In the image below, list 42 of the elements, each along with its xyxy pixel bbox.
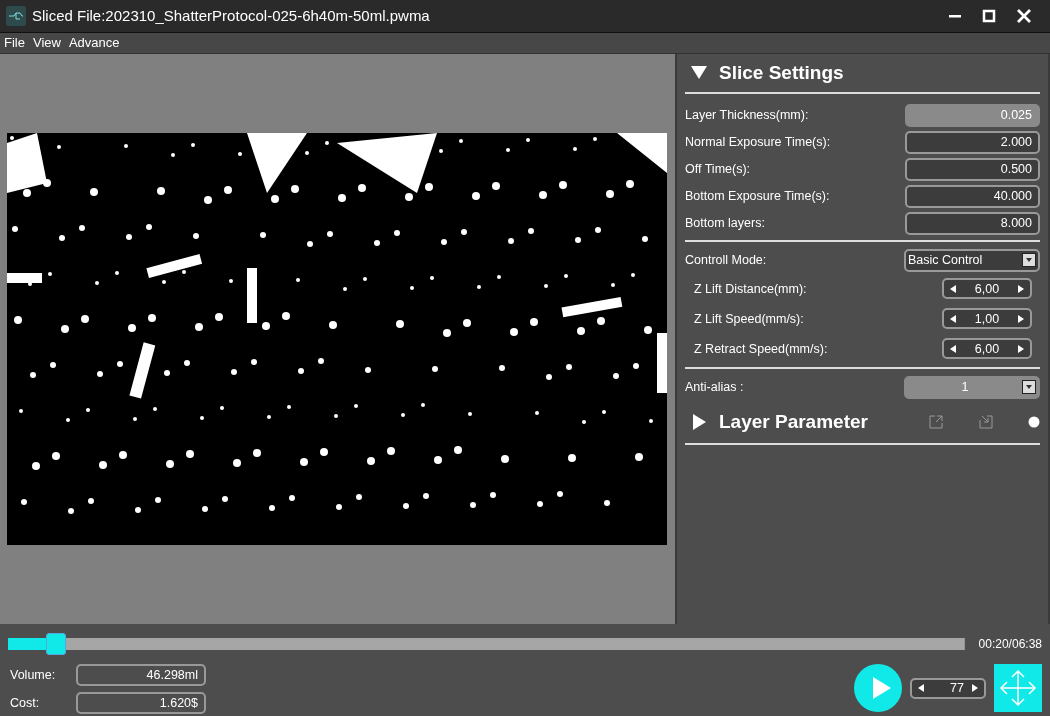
setting-label: Off Time(s): <box>685 162 752 177</box>
menu-item[interactable]: File <box>4 35 25 51</box>
setting-label: Normal Exposure Time(s): <box>685 135 832 150</box>
dropdown[interactable]: Basic Control <box>904 248 1040 272</box>
caret-icon[interactable] <box>1022 253 1036 268</box>
play-button[interactable] <box>854 664 902 712</box>
dot-icon <box>1028 415 1040 428</box>
window-title: Sliced File:202310_ShatterProtocol-025-6h40m-50ml.pwma <box>32 7 430 25</box>
input-field[interactable]: 40.000 <box>905 184 1040 208</box>
spin-box[interactable]: 1,00 <box>942 308 1032 330</box>
setting-label: Bottom Exposure Time(s): <box>685 189 831 204</box>
setting-label: Z Lift Speed(mm/s): <box>694 311 805 326</box>
input-field[interactable]: 2.000 <box>905 130 1040 154</box>
setting-label: Layer Thickness(mm): <box>685 108 810 123</box>
expand-toggle[interactable] <box>691 413 707 430</box>
spin-box[interactable]: 6,00 <box>942 338 1032 360</box>
layer-spin-box[interactable]: 77 <box>910 677 986 699</box>
slider-handle[interactable] <box>45 633 66 655</box>
input-field[interactable]: 0.500 <box>905 157 1040 181</box>
spin-box[interactable]: 6,00 <box>942 278 1032 300</box>
app-icon <box>6 5 26 26</box>
stat-label: Volume: <box>9 668 57 682</box>
stat-field: 46.298ml <box>76 664 206 686</box>
input-field[interactable]: 8.000 <box>905 211 1040 235</box>
setting-label: Bottom layers: <box>685 216 766 231</box>
menu-item[interactable]: Advance <box>68 35 120 51</box>
maximize-icon[interactable] <box>982 8 996 23</box>
section-title: Layer Parameter <box>719 410 868 433</box>
time-label: 00:20/06:38 <box>978 637 1042 651</box>
setting-label: Z Retract Speed(mm/s): <box>694 341 829 356</box>
stat-field: 1.620$ <box>76 692 206 714</box>
setting-label: Controll Mode: <box>685 253 768 268</box>
section-title: Slice Settings <box>719 61 844 84</box>
collapse-toggle[interactable] <box>691 65 707 80</box>
menu-item[interactable]: View <box>32 35 61 51</box>
stat-label: Cost: <box>9 696 41 710</box>
export-icon[interactable] <box>928 413 944 430</box>
import-icon[interactable] <box>978 413 994 430</box>
setting-label: Anti-alias : <box>685 380 745 395</box>
setting-label: Z Lift Distance(mm): <box>694 281 808 296</box>
play-icon <box>870 677 891 699</box>
close-icon[interactable] <box>1016 7 1032 24</box>
